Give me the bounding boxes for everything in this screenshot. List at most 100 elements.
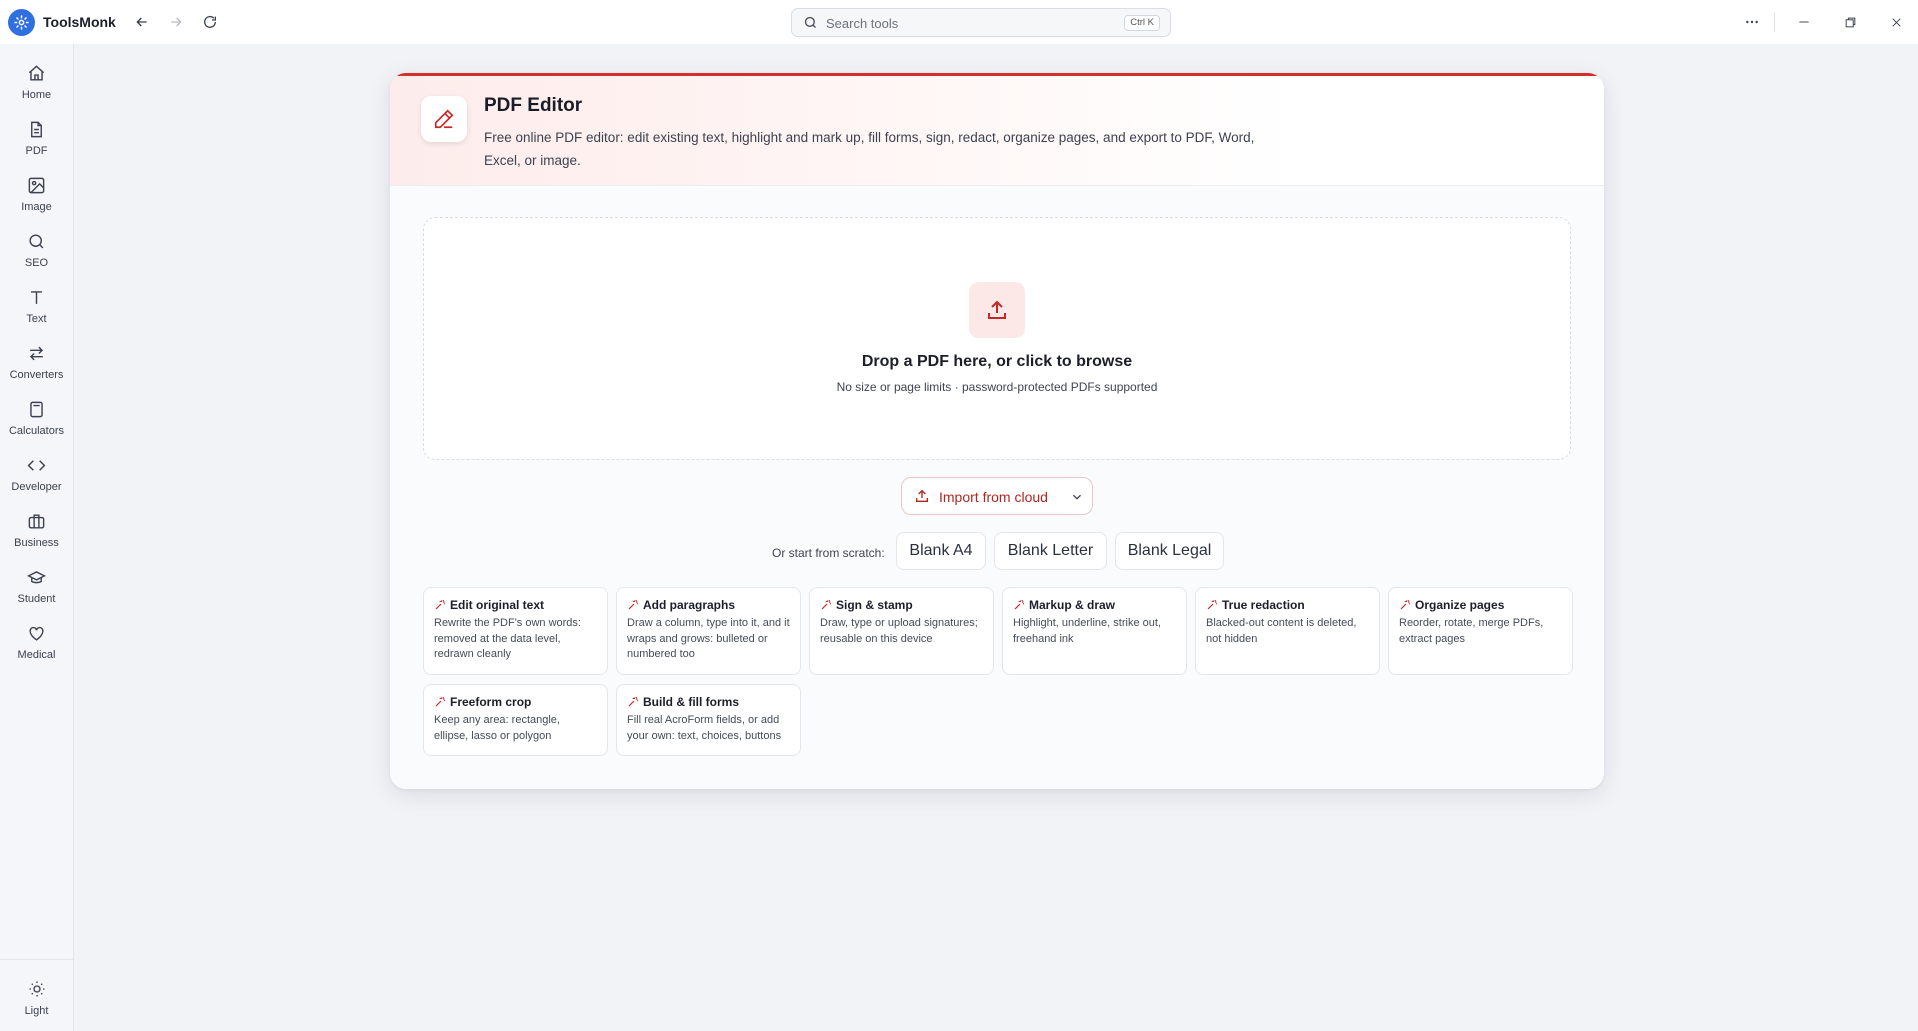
sidebar-item-text[interactable]: Text — [0, 286, 73, 336]
sun-icon — [26, 978, 48, 1000]
arrows-icon — [26, 342, 48, 364]
sidebar-item-label: Developer — [11, 481, 62, 493]
chevron-down-icon — [1070, 490, 1084, 509]
app-logo-icon — [8, 9, 35, 36]
arrow-right-icon — [171, 17, 182, 27]
feature-title: Edit original text — [450, 598, 545, 612]
sidebar-item-home[interactable]: Home — [0, 62, 73, 112]
image-icon — [26, 174, 48, 196]
feature-card: Sign & stamp Draw, type or upload signat… — [809, 587, 994, 675]
sidebar-item-business[interactable]: Business — [0, 510, 73, 560]
arrow-left-icon — [136, 17, 147, 27]
sidebar-item-calculators[interactable]: Calculators — [0, 398, 73, 448]
sidebar-item-converters[interactable]: Converters — [0, 342, 73, 392]
blank-letter-button[interactable]: Blank Letter — [994, 532, 1107, 570]
minimize-button[interactable] — [1793, 11, 1815, 33]
restore-button[interactable] — [1839, 11, 1861, 33]
sparkle-icon — [1399, 599, 1411, 611]
titlebar-divider — [1774, 12, 1775, 32]
sidebar-item-label: Student — [17, 593, 56, 605]
code-icon — [26, 454, 48, 476]
sidebar-item-medical[interactable]: Medical — [0, 622, 73, 672]
feature-title: Freeform crop — [450, 695, 532, 709]
sidebar-item-student[interactable]: Student — [0, 566, 73, 616]
more-options-button[interactable] — [1741, 11, 1763, 33]
sidebar-item-label: Converters — [9, 369, 64, 381]
sidebar-item-label: Calculators — [8, 425, 65, 437]
search-icon — [803, 15, 818, 35]
feature-card: True redaction Blacked-out content is de… — [1195, 587, 1380, 675]
sparkle-icon — [627, 696, 639, 708]
type-icon — [26, 286, 48, 308]
upload-icon — [914, 488, 930, 509]
feature-card: Organize pages Reorder, rotate, merge PD… — [1388, 587, 1573, 675]
theme-toggle[interactable]: Light — [0, 978, 73, 1028]
sparkle-icon — [434, 696, 446, 708]
feature-card: Add paragraphs Draw a column, type into … — [616, 587, 801, 675]
feature-description: Fill real AcroForm fields, or add your o… — [627, 714, 782, 742]
feature-description: Draw a column, type into it, and it wrap… — [627, 617, 790, 660]
sparkle-icon — [434, 599, 446, 611]
blank-legal-button[interactable]: Blank Legal — [1115, 532, 1224, 570]
sidebar-item-label: Home — [21, 89, 52, 101]
blank-a4-button[interactable]: Blank A4 — [896, 532, 986, 570]
scratch-label: Or start from scratch: — [772, 546, 885, 560]
feature-card: Markup & draw Highlight, underline, stri… — [1002, 587, 1187, 675]
feature-title: Markup & draw — [1029, 598, 1116, 612]
feature-card: Build & fill forms Fill real AcroForm fi… — [616, 684, 801, 756]
sidebar-item-label: PDF — [25, 145, 48, 157]
upload-icon — [969, 282, 1025, 338]
import-from-cloud-label: Import from cloud — [939, 489, 1048, 505]
more-horizontal-icon — [1746, 20, 1758, 24]
feature-description: Rewrite the PDF's own words: removed at … — [434, 617, 581, 660]
pdf-dropzone[interactable]: Drop a PDF here, or click to browse No s… — [423, 217, 1571, 460]
sparkle-icon — [820, 599, 832, 611]
sidebar-item-label: SEO — [24, 257, 49, 269]
sidebar-item-label: Business — [14, 537, 59, 549]
sparkle-icon — [1013, 599, 1025, 611]
sidebar-item-developer[interactable]: Developer — [0, 454, 73, 504]
feature-description: Draw, type or upload signatures; reusabl… — [820, 617, 978, 645]
back-button[interactable] — [131, 11, 153, 33]
sidebar-item-label: Image — [21, 201, 52, 213]
feature-card: Freeform crop Keep any area: rectangle, … — [423, 684, 608, 756]
search-input[interactable] — [826, 13, 1086, 33]
page-description: Free online PDF editor: edit existing te… — [484, 130, 1255, 168]
tool-header: PDF Editor Free online PDF editor: edit … — [390, 76, 1604, 186]
app-name: ToolsMonk — [43, 14, 116, 30]
sidebar-item-image[interactable]: Image — [0, 174, 73, 224]
reload-button[interactable] — [199, 11, 221, 33]
graduation-cap-icon — [26, 566, 48, 588]
close-icon — [1891, 17, 1901, 27]
feature-description: Highlight, underline, strike out, freeha… — [1013, 617, 1161, 645]
page-title: PDF Editor — [484, 95, 583, 116]
search-bar[interactable]: Ctrl K — [791, 8, 1171, 37]
refresh-icon — [204, 15, 216, 28]
sparkle-icon — [1206, 599, 1218, 611]
sidebar-item-pdf[interactable]: PDF — [0, 118, 73, 168]
import-from-cloud-button[interactable]: Import from cloud — [901, 477, 1093, 515]
feature-title: Build & fill forms — [643, 695, 739, 709]
home-icon — [26, 62, 48, 84]
feature-title: Organize pages — [1415, 598, 1505, 612]
shortcut-badge: Ctrl K — [1124, 15, 1160, 31]
theme-toggle-label: Light — [24, 1005, 49, 1017]
feature-title: Sign & stamp — [836, 598, 913, 612]
feature-title: True redaction — [1222, 598, 1305, 612]
sidebar-item-seo[interactable]: SEO — [0, 230, 73, 280]
briefcase-icon — [26, 510, 48, 532]
search-icon — [26, 230, 48, 252]
close-button[interactable] — [1885, 11, 1907, 33]
forward-button[interactable] — [165, 11, 187, 33]
feature-description: Blacked-out content is deleted, not hidd… — [1206, 617, 1357, 645]
calculator-icon — [26, 398, 48, 420]
sparkle-icon — [627, 599, 639, 611]
pen-icon — [421, 96, 467, 142]
restore-icon — [1845, 17, 1855, 27]
tool-card: PDF Editor Free online PDF editor: edit … — [390, 73, 1604, 789]
minimize-icon — [1799, 21, 1809, 23]
sidebar: Home PDF Image SEO Text Converters Calcu… — [0, 44, 74, 1031]
heart-icon — [26, 622, 48, 644]
title-bar: ToolsMonk Ctrl K — [0, 0, 1918, 44]
file-icon — [26, 118, 48, 140]
